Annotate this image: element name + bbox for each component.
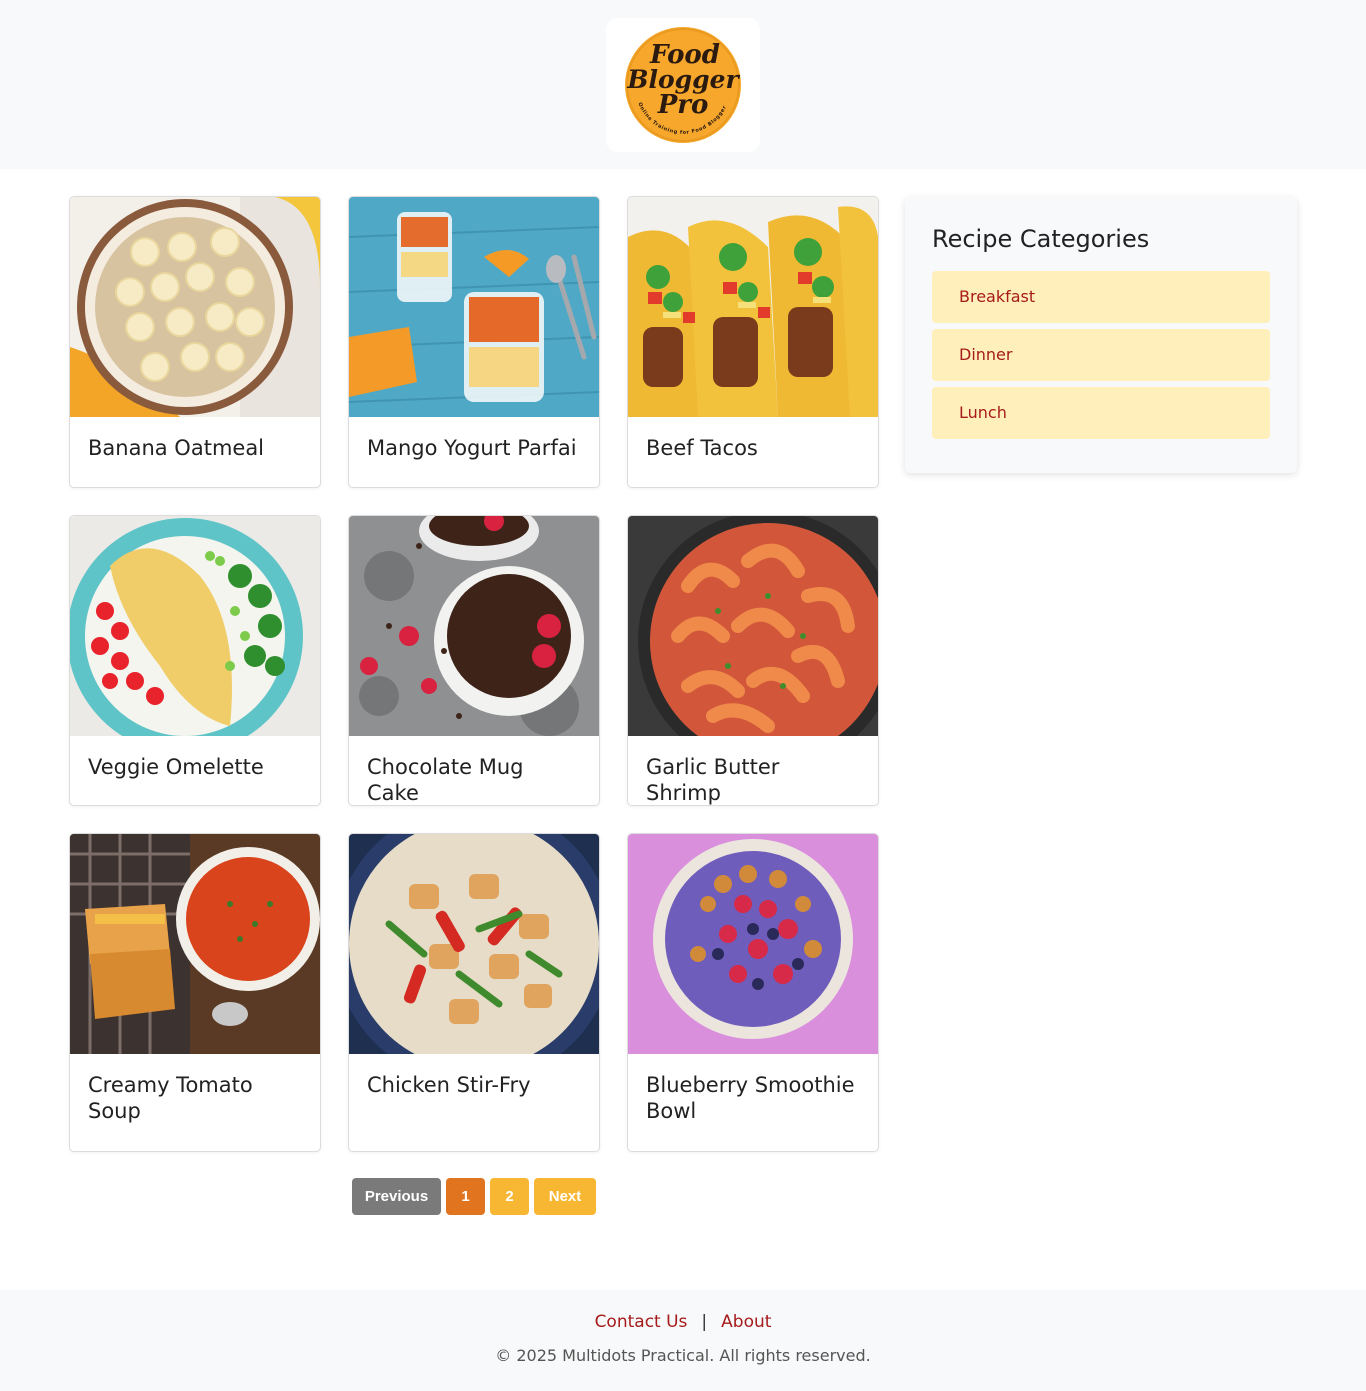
- recipe-card[interactable]: Veggie Omelette: [69, 515, 321, 806]
- mango-yogurt-parfait-image: [349, 197, 599, 417]
- recipe-title[interactable]: Chicken Stir-Fry: [349, 1054, 599, 1098]
- next-button[interactable]: Next: [534, 1178, 596, 1215]
- recipe-title[interactable]: Mango Yogurt Parfai: [349, 417, 599, 461]
- chicken-stir-fry-image: [349, 834, 599, 1054]
- blueberry-smoothie-bowl-image: [628, 834, 878, 1054]
- banana-oatmeal-image: [70, 197, 320, 417]
- category-breakfast[interactable]: Breakfast: [932, 271, 1270, 323]
- site-footer: Contact Us | About © 2025 Multidots Practi…: [0, 1290, 1366, 1391]
- logo[interactable]: Food Blogger Pro Online Training for Foo…: [606, 18, 760, 152]
- previous-button[interactable]: Previous: [352, 1178, 441, 1215]
- recipe-card[interactable]: Mango Yogurt Parfai: [348, 196, 600, 488]
- chocolate-mug-cake-image: [349, 516, 599, 736]
- recipe-title[interactable]: Blueberry Smoothie Bowl: [628, 1054, 878, 1124]
- recipe-title[interactable]: Veggie Omelette: [70, 736, 320, 780]
- garlic-butter-shrimp-image: [628, 516, 878, 736]
- food-blogger-pro-logo: Food Blogger Pro Online Training for Foo…: [623, 25, 741, 143]
- category-lunch[interactable]: Lunch: [932, 387, 1270, 439]
- veggie-omelette-image: [70, 516, 320, 736]
- recipe-title[interactable]: Beef Tacos: [628, 417, 878, 461]
- recipe-title[interactable]: Banana Oatmeal: [70, 417, 320, 461]
- recipe-categories-panel: Recipe Categories Breakfast Dinner Lunch: [905, 197, 1297, 473]
- recipe-card[interactable]: Creamy Tomato Soup: [69, 833, 321, 1152]
- contact-us-link[interactable]: Contact Us: [595, 1312, 688, 1332]
- recipe-card[interactable]: Beef Tacos: [627, 196, 879, 488]
- creamy-tomato-soup-image: [70, 834, 320, 1054]
- category-dinner[interactable]: Dinner: [932, 329, 1270, 381]
- footer-links: Contact Us | About: [0, 1310, 1366, 1334]
- recipe-title[interactable]: Chocolate Mug Cake: [349, 736, 599, 805]
- recipe-title[interactable]: Creamy Tomato Soup: [70, 1054, 320, 1124]
- sidebar-title: Recipe Categories: [932, 225, 1150, 253]
- recipe-card[interactable]: Blueberry Smoothie Bowl: [627, 833, 879, 1152]
- site-header: Food Blogger Pro Online Training for Foo…: [0, 0, 1366, 169]
- recipe-title[interactable]: Garlic Butter Shrimp: [628, 736, 878, 805]
- recipe-card[interactable]: Chocolate Mug Cake: [348, 515, 600, 806]
- page-1-button[interactable]: 1: [446, 1178, 485, 1215]
- recipe-card[interactable]: Chicken Stir-Fry: [348, 833, 600, 1152]
- recipe-card[interactable]: Garlic Butter Shrimp: [627, 515, 879, 806]
- svg-text:Pro: Pro: [657, 90, 709, 120]
- beef-tacos-image: [628, 197, 878, 417]
- page-2-button[interactable]: 2: [490, 1178, 529, 1215]
- footer-separator: |: [701, 1312, 708, 1332]
- recipe-card[interactable]: Banana Oatmeal: [69, 196, 321, 488]
- about-link[interactable]: About: [721, 1312, 771, 1332]
- copyright-text: © 2025 Multidots Practical. All rights r…: [495, 1346, 871, 1365]
